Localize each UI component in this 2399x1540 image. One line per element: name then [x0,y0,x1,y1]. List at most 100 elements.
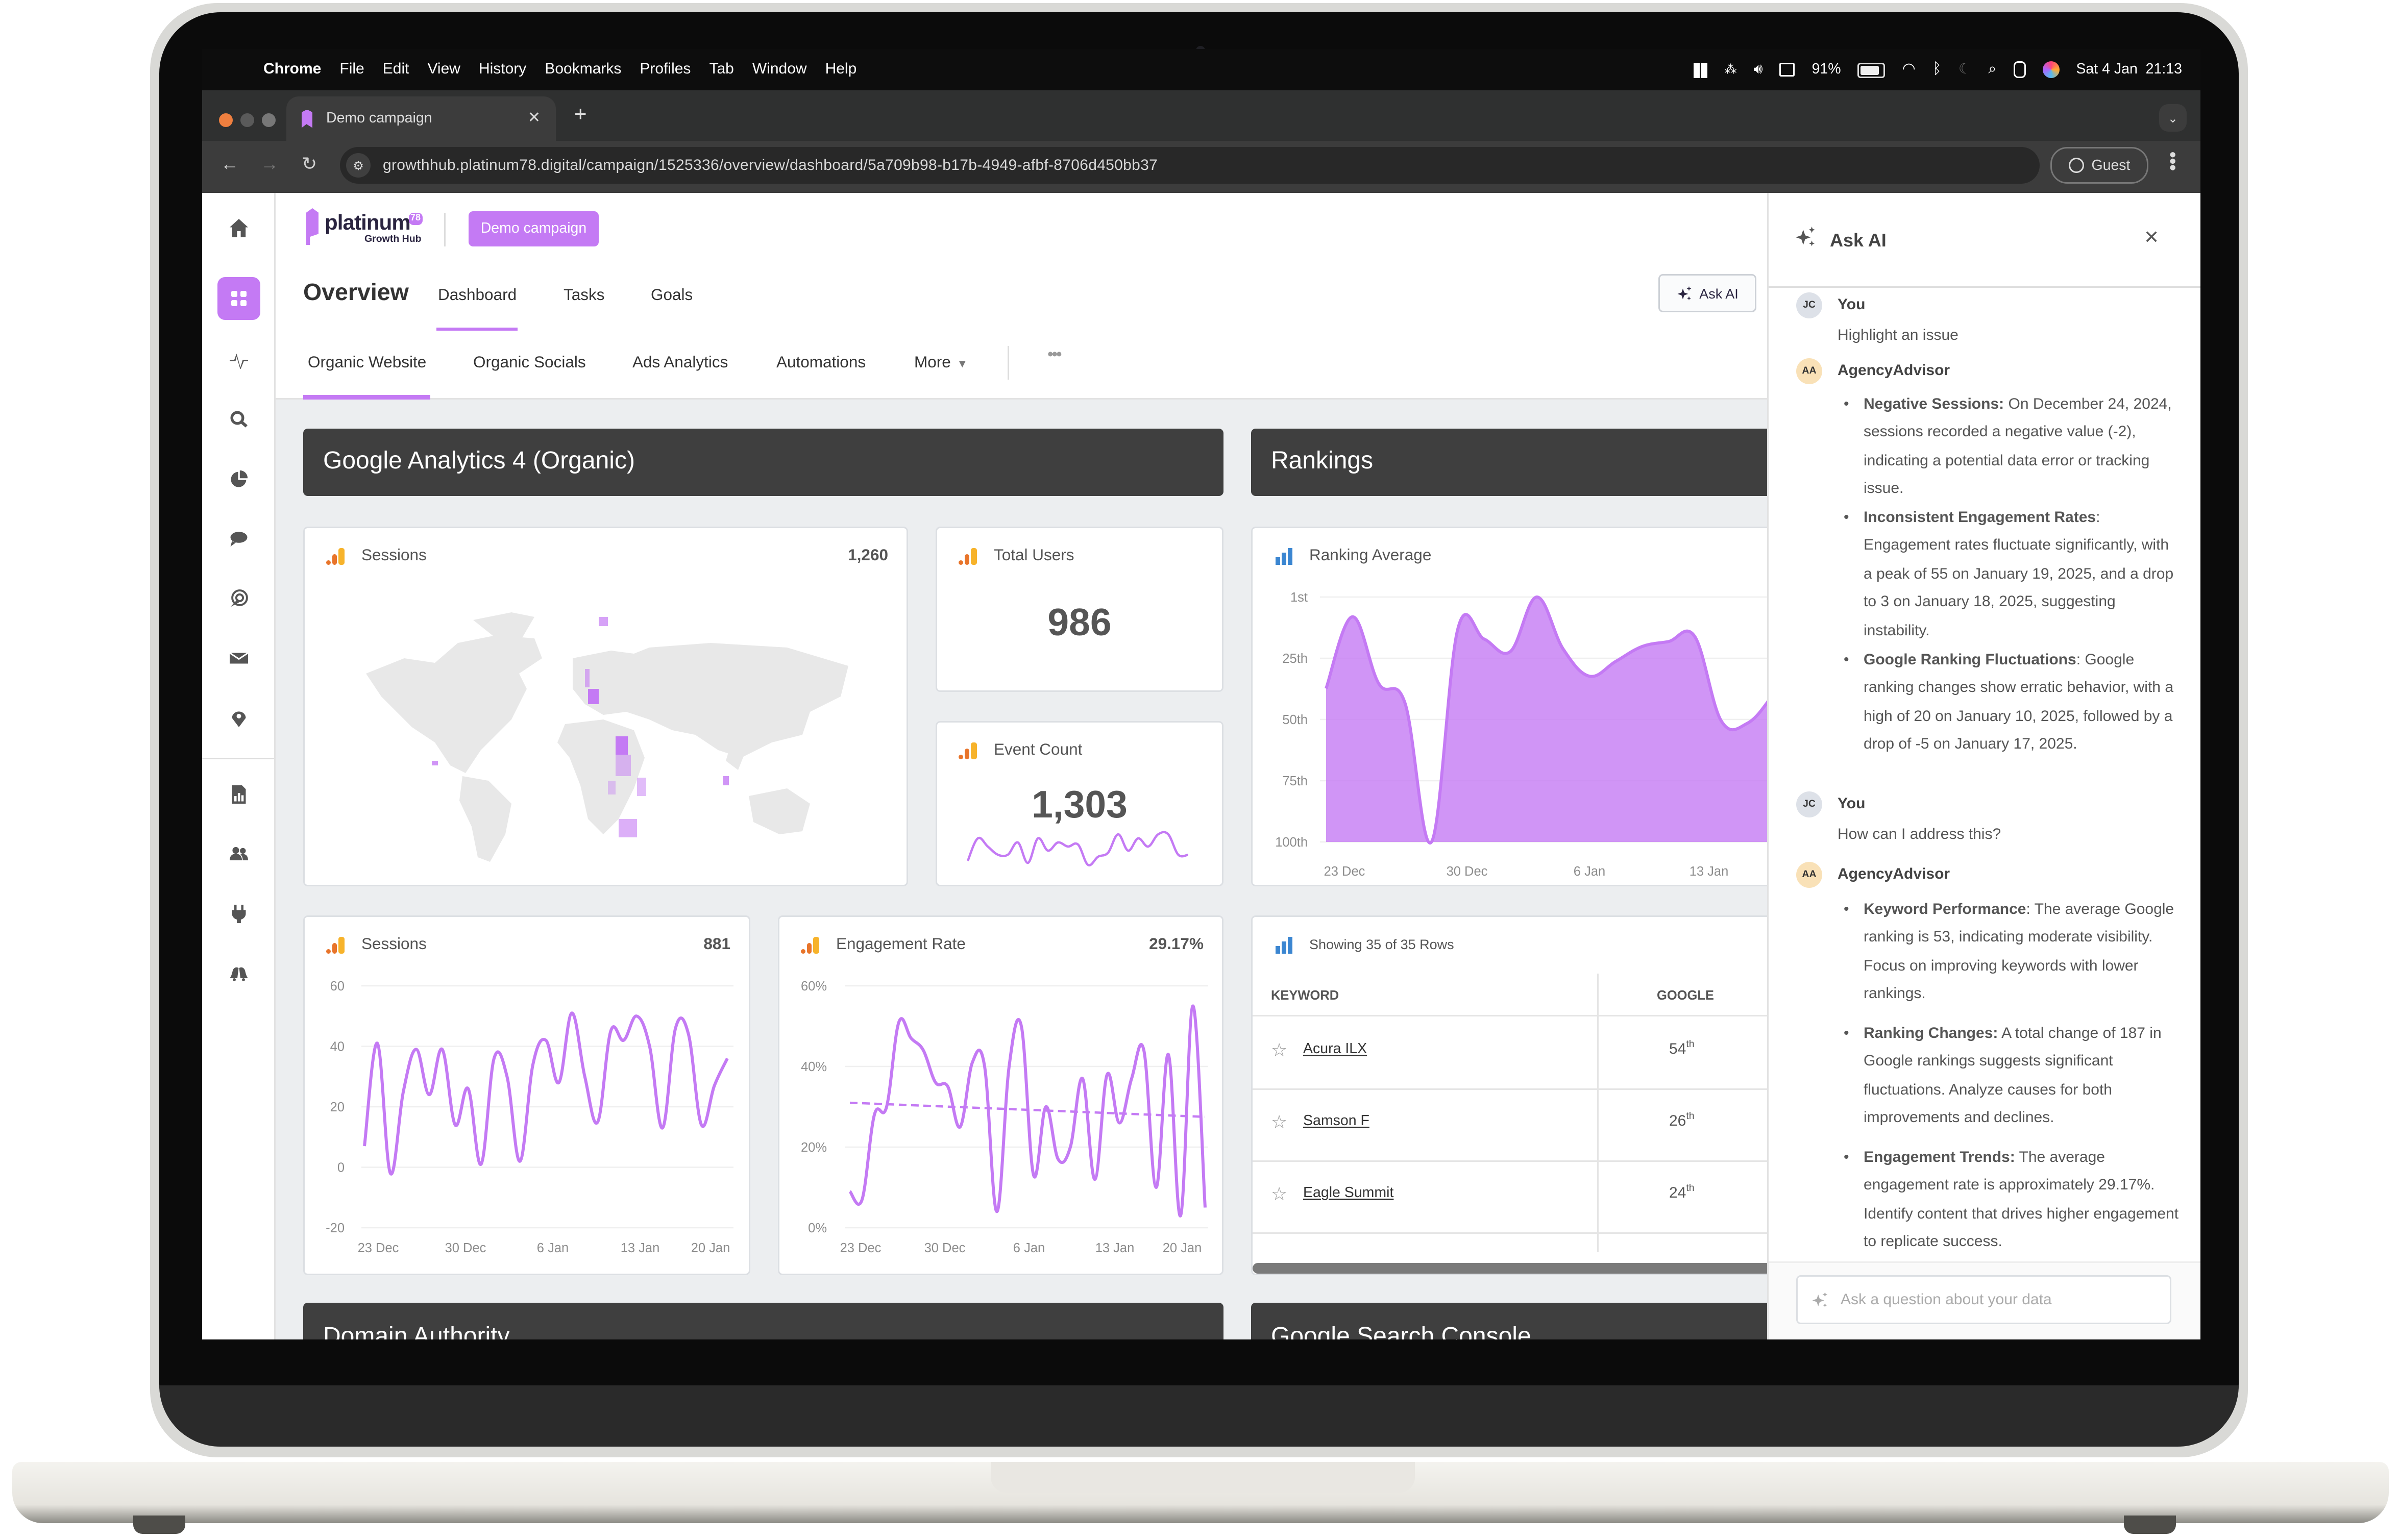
menu-history[interactable]: History [479,61,526,78]
tab-close-icon[interactable]: ✕ [528,110,541,127]
star-icon[interactable]: ☆ [1271,1111,1287,1133]
card-title: Sessions [361,547,427,565]
window-zoom-button[interactable] [262,113,276,127]
close-icon[interactable]: ✕ [2144,227,2159,248]
tab-dashboard[interactable]: Dashboard [436,286,519,332]
siri-icon[interactable] [2042,61,2060,78]
table-caption: Showing 35 of 35 Rows [1309,937,1454,952]
address-bar[interactable]: ⚙︎ growthhub.platinum78.digital/campaign… [340,147,2040,184]
chat-message-header: AA AgencyAdvisor [1796,358,1950,384]
volume-icon[interactable]: 🔊︎ [1754,61,1763,78]
focus-moon-icon[interactable]: ☾ [1959,61,1972,78]
rank-number: 24 [1669,1185,1686,1202]
star-icon[interactable]: ☆ [1271,1183,1287,1205]
engagement-rate-chart[interactable]: 60% 40% 20% 0% 23 Dec 30 Dec 6 Jan 13 Jan 20 Jan [779,963,1225,1277]
menu-help[interactable]: Help [825,61,857,78]
y-tick-label: 100th [1275,835,1308,850]
plug-icon[interactable] [221,896,257,932]
menu-app-name[interactable]: Chrome [263,61,321,78]
bullet-text: : Engagement rates fluctuate significant… [1864,510,2174,639]
target-click-icon[interactable] [221,580,257,617]
report-icon[interactable] [221,776,257,813]
control-center-icon[interactable] [2013,61,2026,78]
profile-guest-button[interactable]: Guest [2050,147,2148,184]
sessions-line-chart[interactable]: 60 40 20 0 -20 23 Dec 30 Dec 6 Jan 13 Jan 20 Jan [305,963,752,1277]
google-rank: 26th [1669,1111,1695,1130]
tab-organic-website[interactable]: Organic Website [303,354,432,399]
column-keyword[interactable]: KEYWORD [1271,987,1339,1003]
x-tick-label: 6 Jan [1013,1241,1045,1255]
new-tab-button[interactable]: + [574,101,587,126]
spotlight-search-icon[interactable]: ⌕ [1988,61,1996,78]
tab-more-dropdown[interactable]: More ▼ [914,354,968,372]
profile-label: Guest [2091,157,2131,174]
ask-ai-panel: Ask AI ✕ JC You Highlight an issue AA Ag… [1767,193,2200,1339]
bells-icon[interactable] [221,955,257,992]
browser-menu-icon[interactable]: ••• [2162,152,2184,171]
rank-number: 54 [1669,1041,1686,1058]
mail-icon[interactable] [221,640,257,677]
browser-tab[interactable]: Demo campaign ✕ [286,96,556,141]
column-google[interactable]: GOOGLE [1657,987,1714,1003]
stage-manager-icon[interactable] [1694,62,1708,78]
horizontal-scrollbar[interactable] [1253,1263,1772,1274]
more-options-icon[interactable]: ••• [1047,346,1062,364]
window-minimize-button[interactable] [240,113,254,127]
page-title: Overview [303,280,409,306]
reload-icon[interactable]: ↻ [302,153,317,175]
menu-bookmarks[interactable]: Bookmarks [545,61,621,78]
campaign-button[interactable]: Demo campaign [469,211,599,246]
chat-bubble-icon[interactable] [221,520,257,557]
tab-ads-analytics[interactable]: Ads Analytics [632,354,728,372]
chat-messages[interactable]: JC You Highlight an issue AA AgencyAdvis… [1769,288,2200,1261]
site-info-icon[interactable]: ⚙︎ [346,153,371,178]
menu-file[interactable]: File [339,61,364,78]
event-count-card: Event Count 1,303 [936,721,1223,886]
ai-question-input[interactable] [1838,1289,2150,1310]
search-icon[interactable] [221,401,257,438]
dashboard-grid-icon[interactable] [217,277,260,320]
back-arrow-icon[interactable]: ← [221,153,239,175]
users-icon[interactable] [221,836,257,873]
sessions-map-card: Sessions 1,260 [303,527,908,886]
forward-arrow-icon[interactable]: → [260,153,279,175]
tab-search-chevron-icon[interactable]: ⌄ [2159,104,2187,132]
url-text[interactable]: growthhub.platinum78.digital/campaign/15… [383,157,1158,174]
keyword-link[interactable]: Acura ILX [1303,1041,1367,1058]
ranking-average-chart[interactable]: 1st 25th 50th 75th 100th 23 Dec 30 Dec 6 Jan 13 … [1253,574,1773,888]
rank-suffix: th [1686,1039,1695,1050]
menu-edit[interactable]: Edit [383,61,409,78]
tab-tasks[interactable]: Tasks [564,286,605,305]
ai-bullet: Negative Sessions: On December 24, 2024,… [1844,392,2179,505]
window-close-button[interactable] [219,113,233,127]
menu-view[interactable]: View [427,61,460,78]
menu-tab[interactable]: Tab [709,61,733,78]
display-icon[interactable] [1779,63,1795,77]
keyword-link[interactable]: Samson F [1303,1113,1369,1130]
tab-automations[interactable]: Automations [776,354,866,372]
bluetooth-icon[interactable]: ᛒ [1932,61,1942,78]
menu-profiles[interactable]: Profiles [640,61,691,78]
user-message: Highlight an issue [1838,328,1959,344]
pie-chart-icon[interactable] [221,461,257,498]
clock[interactable]: Sat 4 Jan 21:13 [2076,61,2182,78]
table-row: ☆ Samson F 26th [1253,1088,1772,1162]
home-icon[interactable] [221,210,257,246]
location-pin-icon[interactable] [221,700,257,736]
ai-question-field[interactable] [1796,1275,2171,1324]
tab-organic-socials[interactable]: Organic Socials [473,354,586,372]
message-author: You [1838,796,1866,813]
menu-window[interactable]: Window [752,61,807,78]
tab-goals[interactable]: Goals [651,286,693,305]
card-value: 1,260 [848,547,888,565]
world-map[interactable] [343,605,871,865]
star-icon[interactable]: ☆ [1271,1039,1287,1061]
activity-pulse-icon[interactable] [221,341,257,378]
more-label: More [914,354,951,372]
keyword-link[interactable]: Eagle Summit [1303,1185,1393,1202]
battery-icon[interactable] [1857,62,1886,78]
brightness-icon[interactable]: ⁂ [1725,63,1737,77]
ask-ai-button[interactable]: Ask AI [1658,274,1756,312]
wifi-icon[interactable]: ◠ [1902,61,1916,78]
platinum-logo[interactable]: platinum 78 Growth Hub [306,208,429,248]
